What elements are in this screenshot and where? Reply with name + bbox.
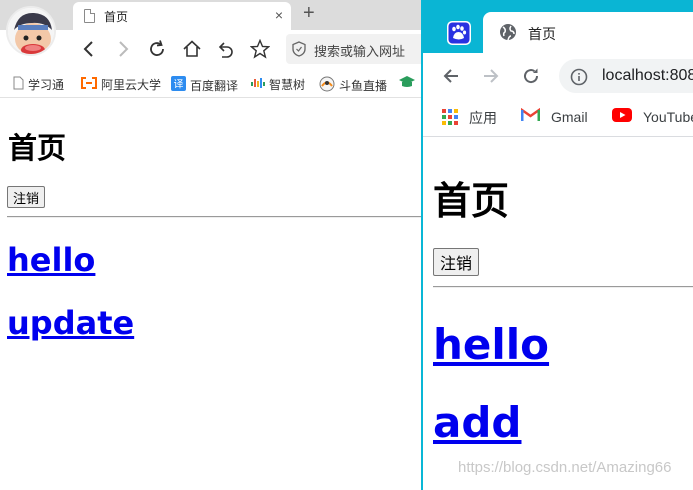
divider — [433, 286, 693, 288]
back-arrow-icon — [83, 41, 93, 57]
favorite-button[interactable] — [247, 36, 273, 62]
reload-icon — [524, 68, 539, 84]
reload-button[interactable] — [144, 36, 170, 62]
back-button[interactable] — [439, 64, 463, 88]
address-url: localhost:8080 — [602, 67, 693, 84]
apps-grid-icon — [442, 108, 458, 128]
bookmark-label: Gmail — [551, 108, 588, 125]
aliyun-icon — [81, 77, 97, 92]
bookmark-label: 学习通 — [28, 78, 65, 92]
bookmark-baidu-translate[interactable]: 译 百度翻译 — [171, 76, 238, 94]
gmail-icon — [520, 107, 541, 125]
home-button[interactable] — [179, 36, 205, 62]
left-toolbar: 搜索或输入网址 — [0, 30, 421, 70]
page-icon — [84, 9, 95, 23]
shield-icon — [292, 41, 306, 62]
left-bookmarks-bar: 学习通 阿里云大学 译 百度翻译 智慧树 斗鱼直播 — [0, 70, 421, 98]
address-bar[interactable]: 搜索或输入网址 — [286, 34, 421, 64]
tab-home[interactable]: 首页 — [483, 12, 693, 53]
bookmark-more[interactable] — [399, 76, 419, 91]
globe-icon — [499, 23, 517, 46]
new-tab-button[interactable]: + — [303, 2, 315, 24]
page-heading: 首页 — [433, 179, 510, 223]
bookmark-label: 应用 — [469, 110, 497, 126]
hello-link[interactable]: hello — [7, 241, 95, 279]
bookmark-zhihuishu[interactable]: 智慧树 — [251, 76, 305, 93]
right-toolbar: localhost:8080 — [423, 53, 693, 99]
reload-button[interactable] — [519, 64, 543, 88]
tab-home[interactable]: 首页 × — [73, 2, 291, 30]
watermark-text: https://blog.csdn.net/Amazing66 — [458, 459, 672, 476]
forward-arrow-icon — [119, 41, 129, 57]
close-tab-icon[interactable]: × — [275, 6, 283, 24]
bookmark-gmail[interactable]: Gmail — [520, 107, 588, 125]
star-icon — [250, 39, 270, 59]
bookmark-douyu[interactable]: 斗鱼直播 — [319, 76, 387, 95]
left-browser-window: 首页 × + 搜索或输入网址 学习通 阿里云大学 译 百度翻译 智慧树 斗鱼直播… — [0, 0, 421, 490]
page-heading: 首页 — [8, 131, 67, 165]
home-icon — [183, 40, 201, 57]
bookmark-aliyun[interactable]: 阿里云大学 — [81, 76, 161, 93]
undo-button[interactable] — [213, 36, 239, 62]
right-bookmarks-bar: 应用 Gmail YouTube — [423, 99, 693, 137]
address-placeholder: 搜索或输入网址 — [314, 44, 406, 59]
bookmark-youtube[interactable]: YouTube — [612, 108, 693, 125]
douyu-icon — [319, 76, 335, 95]
add-link[interactable]: add — [433, 398, 521, 447]
logout-button[interactable]: 注销 — [7, 186, 46, 208]
right-browser-window: 首页 localhost:8080 应用 — [421, 0, 693, 490]
translate-icon: 译 — [171, 76, 186, 94]
omnibox[interactable]: localhost:8080 — [559, 59, 693, 93]
bookmark-label: 阿里云大学 — [101, 78, 162, 92]
baidu-logo-icon[interactable] — [447, 21, 471, 45]
forward-button[interactable] — [479, 64, 503, 88]
bookmark-label: 百度翻译 — [190, 78, 239, 93]
profile-avatar[interactable] — [6, 6, 56, 56]
bookmark-apps[interactable]: 应用 — [442, 108, 497, 128]
back-arrow-icon — [443, 69, 458, 83]
undo-icon — [218, 42, 233, 58]
update-link[interactable]: update — [7, 304, 134, 342]
forward-arrow-icon — [484, 69, 499, 83]
page-icon — [13, 76, 24, 93]
logout-button[interactable]: 注销 — [433, 248, 480, 276]
graduation-cap-icon — [399, 76, 415, 91]
tab-title: 首页 — [104, 10, 129, 24]
hello-link[interactable]: hello — [433, 320, 549, 369]
info-icon[interactable] — [570, 68, 588, 91]
bookmark-label: 智慧树 — [269, 78, 306, 92]
zhihuishu-icon — [251, 77, 265, 92]
bookmark-label: YouTube — [643, 108, 693, 125]
svg-text:译: 译 — [174, 79, 184, 91]
bookmark-label: 斗鱼直播 — [339, 79, 388, 93]
tab-title: 首页 — [528, 26, 556, 42]
reload-icon — [150, 40, 164, 56]
youtube-icon — [612, 108, 632, 125]
divider — [7, 216, 421, 218]
forward-button[interactable] — [110, 36, 136, 62]
back-button[interactable] — [76, 36, 102, 62]
bookmark-xuexitong[interactable]: 学习通 — [13, 76, 64, 93]
